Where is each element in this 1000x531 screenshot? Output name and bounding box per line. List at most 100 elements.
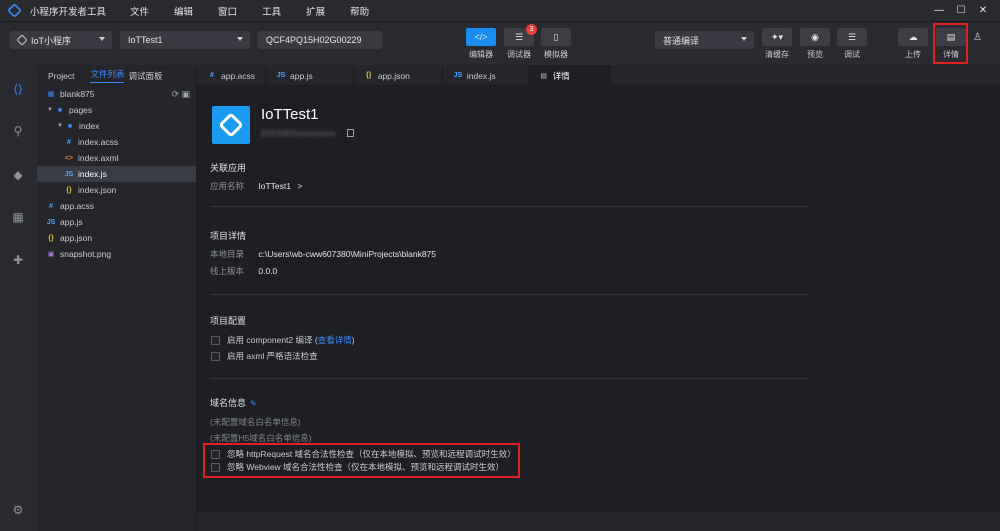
whitelist-info: (未配置域名白名单信息) bbox=[210, 417, 301, 427]
git-icon[interactable]: ◆ bbox=[11, 168, 25, 182]
phone-icon: ▯ bbox=[541, 28, 571, 46]
preview-button[interactable]: ◉ 预览 bbox=[800, 28, 830, 60]
file-panel-tabs: Project 文件列表 调试面板 bbox=[37, 65, 196, 86]
css-file-icon: # bbox=[67, 138, 71, 146]
chevron-right-icon: > bbox=[297, 181, 303, 191]
chevron-down-icon bbox=[741, 37, 747, 41]
edit-icon[interactable]: ✎ bbox=[250, 399, 257, 408]
editor-button[interactable]: </> 编辑器 bbox=[466, 28, 496, 60]
online-ver-key: 线上版本 bbox=[210, 266, 245, 276]
assoc-app-row[interactable]: 应用名称 IoTTest1 > bbox=[210, 180, 302, 192]
tree-item[interactable]: ▼ ■ index bbox=[37, 118, 196, 134]
simulator-label: 模拟器 bbox=[544, 50, 568, 59]
online-ver-value: 0.0.0 bbox=[258, 266, 278, 276]
tree-item[interactable]: ▼ ■ pages bbox=[37, 102, 196, 118]
editor-tab-details[interactable]: ▤ 详情 bbox=[528, 65, 611, 86]
sliders-icon: ☰ bbox=[837, 28, 867, 46]
search-icon[interactable]: ⚲ bbox=[11, 124, 25, 138]
component2-option[interactable]: 启用 component2 编译 (查看详情) bbox=[211, 334, 355, 346]
tree-item[interactable]: JS app.js bbox=[37, 214, 196, 230]
menu-window[interactable]: 窗口 bbox=[218, 4, 237, 18]
tree-item-label: snapshot.png bbox=[60, 249, 112, 259]
project-select[interactable]: IoTTest1 bbox=[120, 31, 250, 49]
editor-tab-index-js[interactable]: JS index.js bbox=[443, 65, 529, 86]
plugin-icon[interactable]: ✚ bbox=[11, 253, 25, 267]
close-button[interactable]: ✕ bbox=[972, 5, 994, 16]
layout-icon[interactable]: ▦ bbox=[11, 210, 25, 224]
remote-debug-button[interactable]: ☰ 调试 bbox=[837, 28, 867, 60]
tab-debug-panel[interactable]: 调试面板 bbox=[128, 70, 162, 82]
editor-label: 编辑器 bbox=[469, 50, 493, 59]
upload-label: 上传 bbox=[905, 50, 921, 59]
notification-badge: 3 bbox=[526, 24, 537, 35]
js-file-icon: JS bbox=[64, 170, 74, 178]
upload-button[interactable]: ☁ 上传 bbox=[898, 28, 928, 60]
json-file-icon: {} bbox=[48, 234, 54, 242]
remote-debug-label: 调试 bbox=[844, 50, 860, 59]
tree-item[interactable]: # index.acss bbox=[37, 134, 196, 150]
app-name-value: IoTTest1 bbox=[258, 181, 291, 191]
gear-icon[interactable]: ⚙ bbox=[11, 503, 25, 517]
refresh-icon[interactable]: ⟳ ▣ bbox=[171, 89, 190, 100]
local-dir-value: c:\Users\wb-cww607380\MiniProjects\blank… bbox=[258, 249, 437, 259]
axml-strict-option[interactable]: 启用 axml 严格语法检查 bbox=[211, 350, 318, 362]
project-config-title: 项目配置 bbox=[210, 316, 247, 326]
tree-item[interactable]: {} app.json bbox=[37, 230, 196, 246]
copy-icon[interactable] bbox=[347, 129, 354, 137]
tree-item-label: index.axml bbox=[78, 153, 119, 163]
device-select[interactable]: QCF4PQ15H02G00229 bbox=[258, 31, 382, 49]
project-id: 2021002xxxxxxxxx bbox=[261, 129, 337, 138]
broom-icon: ✦▾ bbox=[762, 28, 792, 46]
title-bar: 小程序开发者工具 文件 编辑 窗口 工具 扩展 帮助 — ☐ ✕ bbox=[0, 0, 1000, 21]
editor-tab-app-js[interactable]: JS app.js bbox=[266, 65, 354, 86]
tree-item[interactable]: # app.acss bbox=[37, 198, 196, 214]
tree-root-label: blank875 bbox=[60, 89, 95, 99]
component2-checkbox[interactable] bbox=[211, 335, 220, 345]
compile-mode-value: 普通编译 bbox=[663, 35, 700, 46]
minimize-button[interactable]: — bbox=[928, 5, 950, 16]
editor-tab-label: 详情 bbox=[552, 70, 570, 81]
tree-root[interactable]: ▦ blank875 ⟳ ▣ bbox=[37, 86, 196, 102]
code-icon[interactable]: ⟨⟩ bbox=[11, 82, 25, 96]
window-controls: — ☐ ✕ bbox=[928, 0, 994, 21]
axml-strict-label: 启用 axml 严格语法检查 bbox=[227, 351, 318, 361]
domain-title-row: 域名信息 ✎ bbox=[210, 396, 257, 409]
compile-mode-select[interactable]: 普通编译 bbox=[655, 31, 754, 49]
tree-item[interactable]: <> index.axml bbox=[37, 150, 196, 166]
simulator-button[interactable]: ▯ 模拟器 bbox=[541, 28, 571, 60]
tree-item[interactable]: ▣ snapshot.png bbox=[37, 246, 196, 262]
user-icon[interactable]: ♙ bbox=[973, 32, 982, 43]
menu-file[interactable]: 文件 bbox=[130, 4, 149, 18]
bottom-bar bbox=[197, 512, 1000, 531]
cloud-upload-icon: ☁ bbox=[898, 28, 928, 46]
app-name: 小程序开发者工具 bbox=[30, 6, 107, 18]
js-file-icon: JS bbox=[276, 72, 286, 79]
tab-file-list[interactable]: 文件列表 bbox=[90, 68, 125, 83]
platform-select[interactable]: IoT小程序 bbox=[10, 31, 112, 49]
chevron-down-icon bbox=[99, 37, 105, 41]
tab-project[interactable]: Project bbox=[48, 71, 74, 81]
axml-strict-checkbox[interactable] bbox=[211, 351, 220, 361]
menu-tools[interactable]: 工具 bbox=[262, 4, 281, 18]
component2-label-suffix: ) bbox=[351, 335, 355, 345]
platform-icon bbox=[16, 34, 28, 46]
maximize-button[interactable]: ☐ bbox=[950, 5, 972, 16]
clear-cache-button[interactable]: ✦▾ 清缓存 bbox=[762, 28, 792, 60]
local-dir-key: 本地目录 bbox=[210, 249, 245, 259]
clear-cache-label: 清缓存 bbox=[765, 50, 789, 59]
editor-tab-app-json[interactable]: {} app.json bbox=[354, 65, 443, 86]
tree-item-label: app.js bbox=[60, 217, 83, 227]
debugger-button[interactable]: ☰ 3 调试器 bbox=[504, 24, 537, 60]
view-details-link[interactable]: 查看详情 bbox=[318, 334, 352, 346]
editor-tab-label: app.js bbox=[290, 70, 313, 81]
tree-item-label: index.json bbox=[78, 185, 117, 195]
tree-item-label: app.json bbox=[60, 233, 93, 243]
tree-item[interactable]: {} index.json bbox=[37, 182, 196, 198]
menu-help[interactable]: 帮助 bbox=[350, 4, 369, 18]
debugger-label: 调试器 bbox=[507, 50, 531, 59]
menu-extensions[interactable]: 扩展 bbox=[306, 4, 325, 18]
editor-tab-app-acss[interactable]: # app.acss bbox=[197, 65, 267, 86]
tree-item[interactable]: JS index.js bbox=[37, 166, 196, 182]
menu-edit[interactable]: 编辑 bbox=[174, 4, 193, 18]
editor-tab-label: app.acss bbox=[221, 70, 256, 81]
